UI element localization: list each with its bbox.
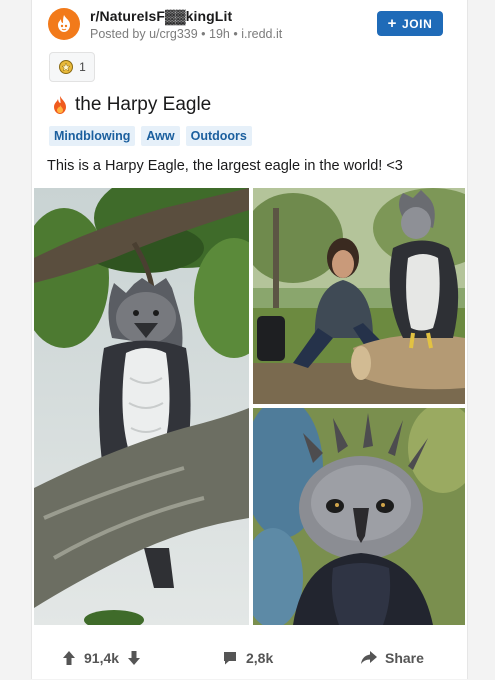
subreddit-name[interactable]: r/NatureIsF▓▓kingLit [90, 8, 232, 24]
flame-avatar-icon [58, 15, 70, 32]
post-footer: 91,4k 2,8k Share [32, 640, 465, 680]
arrow-up-icon[interactable] [62, 650, 76, 666]
vote-count: 91,4k [84, 650, 120, 666]
award-badge[interactable]: 1 [49, 52, 95, 82]
comment-count: 2,8k [246, 650, 274, 666]
vote-controls: 91,4k [62, 650, 141, 666]
share-button[interactable]: Share [360, 650, 424, 666]
image-gallery[interactable] [32, 188, 465, 625]
photo-man-with-eagle[interactable] [253, 188, 465, 404]
post-title[interactable]: the Harpy Eagle [75, 94, 211, 116]
fire-icon [54, 96, 66, 114]
flair-list: Mindblowing Aww Outdoors [49, 126, 252, 146]
post-header: r/NatureIsF▓▓kingLit Posted by u/crg339 … [48, 8, 447, 44]
subreddit-avatar[interactable] [48, 8, 80, 40]
post-body: This is a Harpy Eagle, the largest eagle… [47, 158, 403, 174]
plus-icon: + [387, 15, 397, 32]
comments-button[interactable]: 2,8k [222, 650, 273, 666]
photo-eagle-on-branch[interactable] [34, 188, 249, 625]
arrow-down-icon[interactable] [127, 650, 141, 666]
flair-aww[interactable]: Aww [141, 126, 180, 146]
post-title-row: the Harpy Eagle [52, 94, 211, 116]
flair-mindblowing[interactable]: Mindblowing [49, 126, 136, 146]
share-label: Share [385, 650, 424, 666]
award-count: 1 [79, 60, 86, 74]
flair-outdoors[interactable]: Outdoors [185, 126, 252, 146]
share-arrow-icon [361, 651, 377, 664]
award-medal-icon [59, 60, 74, 74]
post-meta: Posted by u/crg339 • 19h • i.redd.it [90, 27, 283, 41]
post-card: r/NatureIsF▓▓kingLit Posted by u/crg339 … [31, 0, 468, 679]
join-button[interactable]: + JOIN [377, 11, 443, 36]
comment-bubble-icon [224, 652, 236, 665]
photo-eagle-closeup[interactable] [253, 408, 465, 625]
join-label: JOIN [401, 16, 433, 31]
